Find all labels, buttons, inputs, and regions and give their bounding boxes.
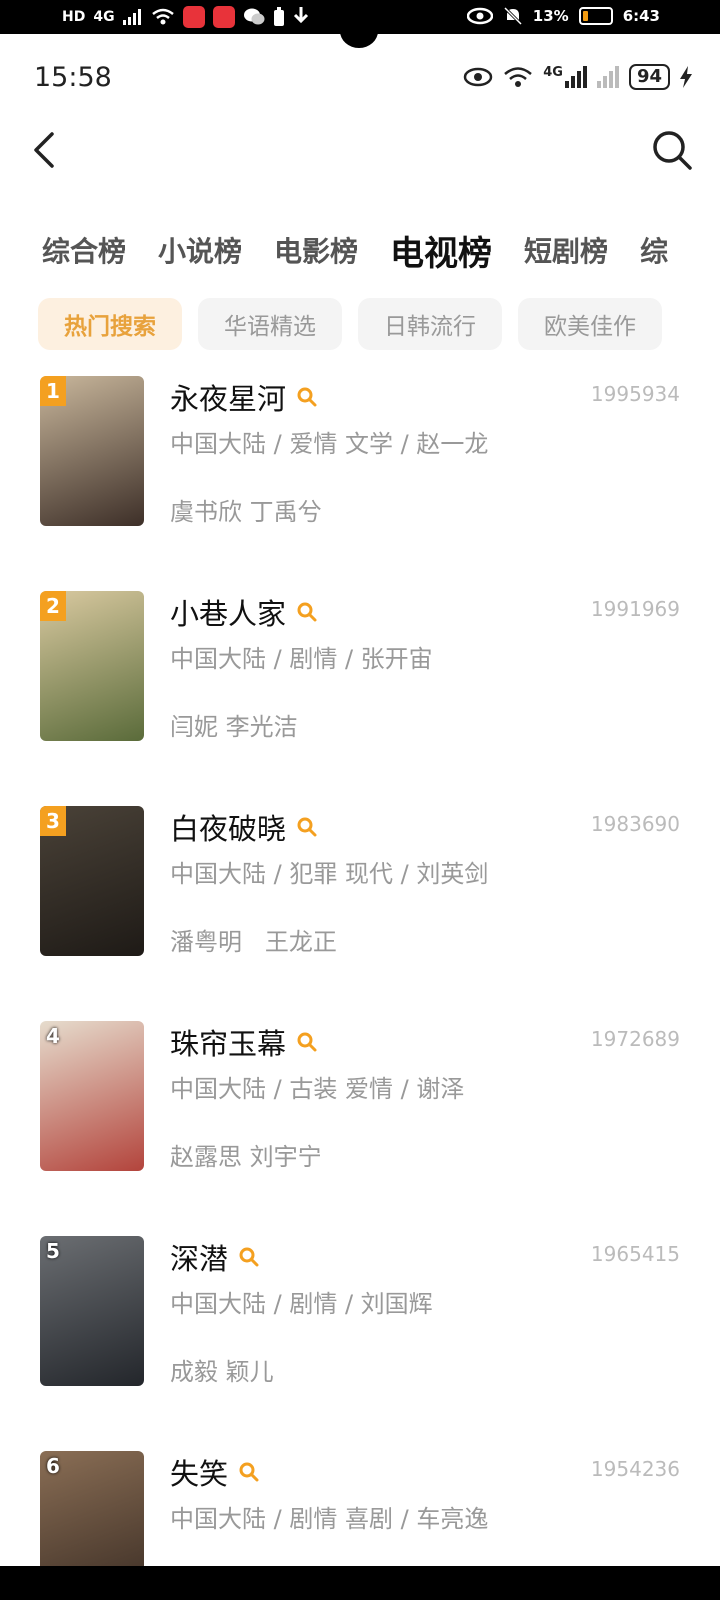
show-cast: 成毅 颖儿: [170, 1358, 274, 1386]
mute-icon: [503, 6, 522, 26]
app-icon-kuaishou-2: [212, 6, 235, 28]
search-small-icon[interactable]: [296, 601, 318, 623]
signal-icon: [122, 9, 141, 25]
app-icon-kuaishou: [182, 6, 205, 28]
hot-score: 1983690: [590, 812, 680, 836]
network-label: 4G: [93, 9, 115, 25]
device-status-right: 13% 6:43: [466, 6, 660, 26]
title-row: 白夜破晓: [170, 806, 318, 848]
eye-icon: [463, 67, 493, 87]
device-status-left: HD 4G: [62, 6, 309, 28]
show-title[interactable]: 失笑: [170, 1451, 228, 1493]
search-small-icon[interactable]: [296, 1031, 318, 1053]
device-battery-icon: [578, 7, 613, 25]
tab-variety[interactable]: 综: [640, 230, 668, 270]
sub-tab-jp-kr[interactable]: 日韩流行: [358, 298, 502, 350]
show-meta: 中国大陆 / 剧情 / 刘国辉: [170, 1290, 433, 1318]
sub-filter-tabs: 热门搜索 华语精选 日韩流行 欧美佳作: [38, 298, 662, 350]
show-cast: 赵露思 刘宇宁: [170, 1143, 322, 1171]
battery-saver-icon: [273, 7, 284, 26]
show-title[interactable]: 小巷人家: [170, 591, 286, 633]
rank-badge: 6: [46, 1454, 60, 1478]
rank-badge: 2: [40, 591, 66, 621]
status-time: 15:58: [34, 62, 112, 93]
charging-icon: [680, 66, 692, 88]
show-title[interactable]: 珠帘玉幕: [170, 1021, 286, 1063]
show-cast: 虞书欣 丁禹兮: [170, 498, 322, 526]
tab-novel[interactable]: 小说榜: [158, 230, 242, 270]
show-title[interactable]: 深潜: [170, 1236, 228, 1278]
rank-badge: 5: [46, 1239, 60, 1263]
title-row: 失笑: [170, 1451, 260, 1493]
show-cast: 潘粤明 王龙正: [170, 928, 337, 956]
status-icons: 4G 94: [463, 64, 692, 90]
sub-tab-western[interactable]: 欧美佳作: [518, 298, 662, 350]
ranking-list: 1 永夜星河 1995934 中国大陆 / 爱情 文学 / 赵一龙 虞书欣 丁禹…: [0, 376, 720, 1600]
device-battery-percent: 13%: [532, 7, 569, 25]
search-small-icon[interactable]: [238, 1246, 260, 1268]
hot-score: 1965415: [590, 1242, 680, 1266]
search-small-icon[interactable]: [296, 386, 318, 408]
ranking-category-tabs: 综合榜 小说榜 电影榜 电视榜 短剧榜 综: [42, 220, 702, 280]
show-meta: 中国大陆 / 剧情 喜剧 / 车亮逸: [170, 1505, 489, 1533]
hot-score: 1972689: [590, 1027, 680, 1051]
search-small-icon[interactable]: [296, 816, 318, 838]
tab-movie[interactable]: 电影榜: [274, 230, 358, 270]
bottom-black-bar: [0, 1566, 720, 1600]
show-meta: 中国大陆 / 剧情 / 张开宙: [170, 645, 433, 673]
network-label: 4G: [543, 64, 563, 80]
camera-notch: [340, 14, 378, 48]
list-item[interactable]: 1 永夜星河 1995934 中国大陆 / 爱情 文学 / 赵一龙 虞书欣 丁禹…: [0, 376, 720, 591]
signal-empty-icon: [596, 66, 619, 88]
app-status-bar: 15:58 4G 94: [0, 50, 720, 106]
hot-score: 1995934: [590, 382, 680, 406]
poster-image[interactable]: 4: [40, 1021, 144, 1171]
search-small-icon[interactable]: [238, 1461, 260, 1483]
list-item[interactable]: 4 珠帘玉幕 1972689 中国大陆 / 古装 爱情 / 谢泽 赵露思 刘宇宁: [0, 1021, 720, 1236]
tab-comprehensive[interactable]: 综合榜: [42, 230, 126, 270]
show-title[interactable]: 永夜星河: [170, 376, 286, 418]
show-meta: 中国大陆 / 爱情 文学 / 赵一龙: [170, 430, 489, 458]
show-cast: 闫妮 李光洁: [170, 713, 298, 741]
hd-label: HD: [62, 9, 86, 25]
hot-score: 1954236: [590, 1457, 680, 1481]
signal-icon: [564, 66, 587, 88]
show-meta: 中国大陆 / 犯罪 现代 / 刘英剑: [170, 860, 489, 888]
poster-image[interactable]: 3: [40, 806, 144, 956]
chevron-left-icon: [34, 132, 54, 168]
title-row: 小巷人家: [170, 591, 318, 633]
tab-short-drama[interactable]: 短剧榜: [524, 230, 608, 270]
eye-icon: [466, 7, 493, 25]
hot-score: 1991969: [590, 597, 680, 621]
list-item[interactable]: 2 小巷人家 1991969 中国大陆 / 剧情 / 张开宙 闫妮 李光洁: [0, 591, 720, 806]
tab-tv[interactable]: 电视榜: [390, 226, 492, 275]
poster-image[interactable]: 5: [40, 1236, 144, 1386]
search-icon: [653, 131, 692, 170]
show-title[interactable]: 白夜破晓: [170, 806, 286, 848]
rank-badge: 4: [46, 1024, 60, 1048]
sub-tab-hot-search[interactable]: 热门搜索: [38, 298, 182, 350]
list-item[interactable]: 3 白夜破晓 1983690 中国大陆 / 犯罪 现代 / 刘英剑 潘粤明 王龙…: [0, 806, 720, 1021]
title-row: 珠帘玉幕: [170, 1021, 318, 1063]
title-row: 永夜星河: [170, 376, 318, 418]
rank-badge: 1: [40, 376, 66, 406]
list-item[interactable]: 5 深潜 1965415 中国大陆 / 剧情 / 刘国辉 成毅 颖儿: [0, 1236, 720, 1451]
top-nav: [0, 118, 720, 184]
rank-badge: 3: [40, 806, 66, 836]
poster-image[interactable]: 2: [40, 591, 144, 741]
wifi-icon: [151, 8, 174, 25]
title-row: 深潜: [170, 1236, 260, 1278]
download-icon: [293, 7, 308, 24]
device-time: 6:43: [622, 7, 660, 25]
wechat-icon: [243, 8, 265, 25]
sub-tab-chinese[interactable]: 华语精选: [198, 298, 342, 350]
battery-level: 94: [628, 64, 670, 90]
search-button[interactable]: [650, 128, 694, 172]
back-button[interactable]: [24, 128, 68, 172]
poster-image[interactable]: 1: [40, 376, 144, 526]
wifi-icon: [504, 67, 533, 87]
show-meta: 中国大陆 / 古装 爱情 / 谢泽: [170, 1075, 465, 1103]
